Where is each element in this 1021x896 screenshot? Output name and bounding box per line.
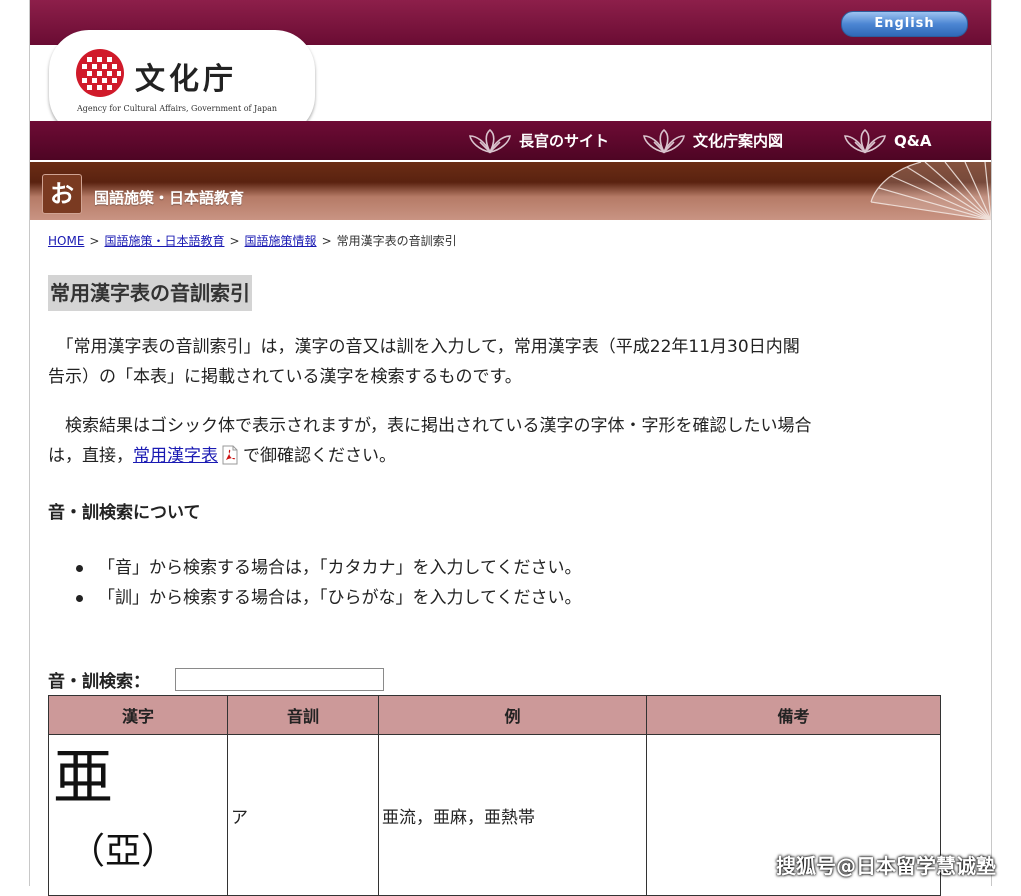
intro-line: 告示）の「本表」に掲載されている漢字を検索するものです。	[48, 367, 522, 387]
page-title: 常用漢字表の音訓索引	[48, 275, 252, 311]
nav-label: Q&A	[894, 131, 932, 150]
list-item: 「訓」から検索する場合は，「ひらがな」を入力してください。	[76, 583, 581, 613]
nav-item-commissioner-site[interactable]: 長官のサイト	[467, 121, 609, 160]
kanji-cell: 亜 （亞）	[48, 734, 228, 896]
breadcrumb-current: 常用漢字表の音訓索引	[336, 234, 457, 248]
kanji-old-form: （亞）	[69, 831, 178, 872]
breadcrumb: HOME > 国語施策・日本語教育 > 国語施策情報 > 常用漢字表の音訓索引	[48, 232, 457, 249]
kiri-crest-icon	[469, 128, 511, 154]
search-label: 音・訓検索：	[48, 672, 150, 692]
note-prefix: は，直接，	[48, 446, 133, 466]
reading-cell: ア	[227, 734, 379, 896]
nav-label: 文化庁案内図	[693, 132, 784, 150]
search-help-heading: 音・訓検索について	[48, 503, 201, 523]
column-header-remarks: 備考	[646, 695, 941, 735]
breadcrumb-separator: >	[229, 234, 240, 248]
kiri-crest-icon	[643, 128, 685, 154]
breadcrumb-link-language-policy[interactable]: 国語施策・日本語教育	[104, 234, 224, 248]
column-header-kanji: 漢字	[48, 695, 228, 735]
breadcrumb-separator: >	[321, 234, 332, 248]
examples-cell: 亜流，亜麻，亜熱帯	[378, 734, 647, 896]
logo-subtitle: Agency for Cultural Affairs, Government …	[77, 104, 278, 113]
list-item: 「音」から検索する場合は，「カタカナ」を入力してください。	[76, 553, 581, 583]
intro-paragraph: 「常用漢字表の音訓索引」は，漢字の音又は訓を入力して，常用漢字表（平成22年11…	[48, 332, 953, 392]
column-header-examples: 例	[378, 695, 647, 735]
intro-line: 「常用漢字表の音訓索引」は，漢字の音又は訓を入力して，常用漢字表（平成22年11…	[48, 337, 800, 357]
english-button[interactable]: English	[841, 11, 968, 37]
nav-item-qa[interactable]: Q&A	[842, 121, 931, 160]
pdf-icon[interactable]	[221, 445, 239, 465]
note-line: 検索結果はゴシック体で表示されますが，表に掲出されている漢字の字体・字形を確認し…	[48, 416, 812, 436]
watermark-text: 搜狐号@日本留学慧诚塾	[776, 854, 996, 878]
kiri-crest-icon	[844, 128, 886, 154]
column-header-reading: 音訓	[227, 695, 379, 735]
breadcrumb-link-policy-info[interactable]: 国語施策情報	[245, 234, 317, 248]
section-banner: お 国語施策・日本語教育	[30, 162, 991, 220]
section-icon: お	[42, 174, 82, 214]
section-title: 国語施策・日本語教育	[94, 189, 245, 207]
search-help-list: 「音」から検索する場合は，「カタカナ」を入力してください。 「訓」から検索する場…	[76, 553, 581, 613]
kanji-character: 亜	[53, 743, 113, 813]
nav-item-building-map[interactable]: 文化庁案内図	[641, 121, 783, 160]
table-header-row: 漢字 音訓 例 備考	[48, 695, 941, 735]
logo-text: 文化庁	[135, 62, 237, 97]
breadcrumb-separator: >	[89, 234, 100, 248]
agency-emblem-icon	[76, 49, 124, 97]
nav-label: 長官のサイト	[519, 132, 610, 150]
note-suffix: で御確認ください。	[243, 446, 396, 466]
folding-fan-icon	[870, 162, 991, 220]
note-line: は，直接，常用漢字表 で御確認ください。	[48, 441, 953, 471]
breadcrumb-link-home[interactable]: HOME	[48, 234, 84, 248]
header-nav: 長官のサイト 文化庁案内図 Q&A	[30, 121, 991, 160]
joyo-kanji-table-link[interactable]: 常用漢字表	[133, 446, 218, 466]
search-input[interactable]	[175, 668, 384, 691]
page-right-border	[991, 0, 992, 886]
note-paragraph: 検索結果はゴシック体で表示されますが，表に掲出されている漢字の字体・字形を確認し…	[48, 411, 953, 471]
